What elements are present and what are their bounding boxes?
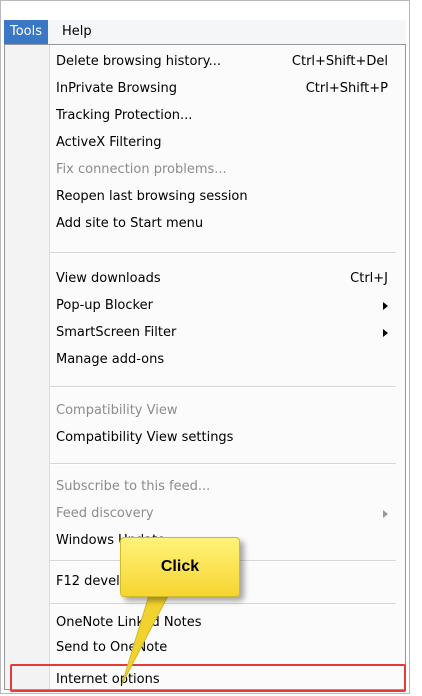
menu-item-label: Reopen last browsing session [56, 189, 248, 204]
menu-icon-gutter [5, 45, 50, 689]
menu-help[interactable]: Help [56, 20, 98, 44]
submenu-arrow-icon [383, 510, 388, 518]
menu-item-label: Tracking Protection... [56, 108, 193, 123]
submenu-arrow-icon [383, 329, 388, 337]
menu-item-label: Add site to Start menu [56, 216, 204, 231]
menu-separator [50, 603, 396, 605]
menu-item-label: OneNote Linked Notes [56, 615, 202, 630]
menu-item-popup-blocker[interactable]: Pop-up Blocker [46, 292, 396, 319]
menu-item-label: Compatibility View settings [56, 430, 234, 445]
callout-label: Click [160, 558, 200, 575]
menu-item-send-to-onenote[interactable]: Send to OneNote [46, 634, 396, 661]
menu-item-label: Compatibility View [56, 403, 178, 418]
menu-item-label: ActiveX Filtering [56, 135, 162, 150]
menu-item-label: View downloads [56, 271, 161, 286]
submenu-arrow-icon [383, 302, 388, 310]
menu-item-onenote-linked-notes[interactable]: OneNote Linked Notes [46, 609, 396, 636]
menu-item-inprivate-browsing[interactable]: InPrivate Browsing Ctrl+Shift+P [46, 75, 396, 102]
menu-item-label: SmartScreen Filter [56, 325, 177, 340]
highlight-box-internet-options [10, 664, 406, 692]
menu-item-tracking-protection[interactable]: Tracking Protection... [46, 102, 396, 129]
menu-item-activex-filtering[interactable]: ActiveX Filtering [46, 129, 396, 156]
menu-item-smartscreen-filter[interactable]: SmartScreen Filter [46, 319, 396, 346]
menu-separator [50, 463, 396, 465]
menu-item-compatibility-view: Compatibility View [46, 397, 396, 424]
menu-item-add-site-to-start-menu[interactable]: Add site to Start menu [46, 210, 396, 237]
menu-item-shortcut: Ctrl+Shift+P [305, 81, 388, 96]
menu-item-label: Feed discovery [56, 506, 154, 521]
menu-item-label: Subscribe to this feed... [56, 479, 211, 494]
menu-item-delete-browsing-history[interactable]: Delete browsing history... Ctrl+Shift+De… [46, 48, 396, 75]
menu-item-view-downloads[interactable]: View downloads Ctrl+J [46, 265, 396, 292]
menu-item-feed-discovery: Feed discovery [46, 500, 396, 527]
menu-item-label: Pop-up Blocker [56, 298, 153, 313]
menu-item-compatibility-view-settings[interactable]: Compatibility View settings [46, 424, 396, 451]
menu-item-label: Delete browsing history... [56, 54, 222, 69]
menu-item-subscribe-to-feed: Subscribe to this feed... [46, 473, 396, 500]
menu-item-label: Manage add-ons [56, 352, 165, 367]
menu-item-shortcut: Ctrl+Shift+Del [291, 54, 388, 69]
menu-separator [50, 386, 396, 388]
menu-tools[interactable]: Tools [4, 20, 49, 44]
menu-item-label: Fix connection problems... [56, 162, 227, 177]
click-callout: Click [120, 537, 240, 597]
menu-item-label: Send to OneNote [56, 640, 168, 655]
menu-item-manage-add-ons[interactable]: Manage add-ons [46, 346, 396, 373]
menu-separator [50, 252, 396, 254]
menu-item-reopen-last-session[interactable]: Reopen last browsing session [46, 183, 396, 210]
menu-bar: Tools Help [4, 20, 406, 45]
menu-item-shortcut: Ctrl+J [350, 271, 388, 286]
menu-item-fix-connection-problems: Fix connection problems... [46, 156, 396, 183]
menu-item-label: InPrivate Browsing [56, 81, 177, 96]
